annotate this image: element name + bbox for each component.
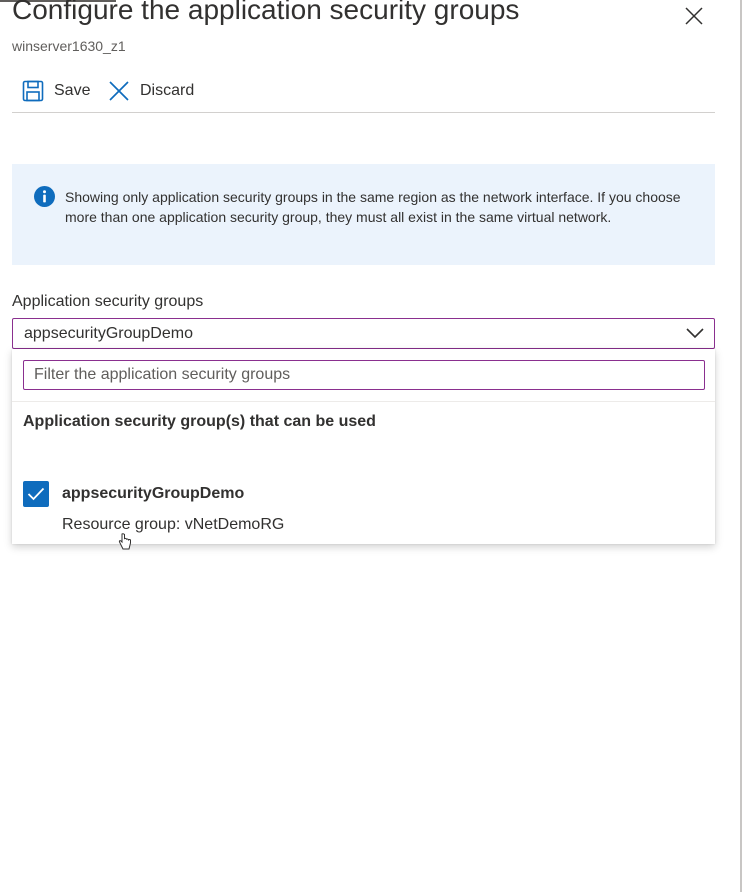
save-button[interactable]: Save: [22, 78, 90, 104]
save-label: Save: [54, 82, 91, 99]
checkmark-icon: [27, 487, 45, 501]
chevron-down-icon: [686, 328, 704, 339]
asg-field-label: Application security groups: [12, 293, 204, 310]
hand-cursor-icon: [118, 533, 131, 550]
info-banner: Showing only application security groups…: [12, 164, 715, 265]
option-resource-group: Resource group: vNetDemoRG: [62, 516, 285, 533]
close-icon: [109, 81, 129, 101]
asg-dropdown-panel: Application security group(s) that can b…: [12, 349, 715, 544]
save-icon: [22, 80, 44, 102]
command-bar: Save Discard: [12, 74, 715, 113]
panel-divider: [12, 401, 715, 402]
close-button[interactable]: [682, 4, 706, 28]
blade-subtitle: winserver1630_z1: [12, 38, 126, 54]
option-checkbox[interactable]: [23, 481, 49, 507]
blade-title: Configure the application security group…: [12, 0, 520, 25]
close-icon: [685, 7, 703, 25]
info-text: Showing only application security groups…: [65, 189, 681, 225]
section-heading: Application security group(s) that can b…: [23, 413, 376, 430]
discard-label: Discard: [140, 82, 195, 99]
asg-option-item[interactable]: appsecurityGroupDemo Resource group: vNe…: [23, 481, 703, 537]
asg-dropdown-value: appsecurityGroupDemo: [24, 325, 193, 342]
option-name: appsecurityGroupDemo: [62, 485, 245, 502]
filter-input[interactable]: [23, 360, 705, 390]
discard-button[interactable]: Discard: [108, 78, 194, 104]
asg-dropdown[interactable]: appsecurityGroupDemo: [12, 318, 715, 349]
info-icon: [34, 186, 55, 207]
